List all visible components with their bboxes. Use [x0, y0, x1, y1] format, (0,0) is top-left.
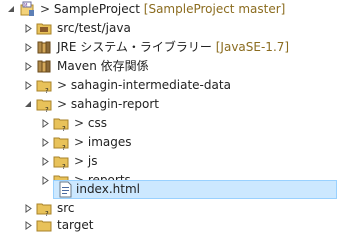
folder-name: sahagin-intermediate-data [70, 78, 231, 92]
folder-dirty-icon: ? [36, 96, 53, 113]
svg-text:?: ? [62, 125, 66, 132]
folder-dirty-icon: ? [36, 200, 53, 217]
tree-row-target[interactable]: target [0, 216, 337, 235]
expand-arrow-icon[interactable] [24, 81, 33, 90]
tree-row-sahagin-report[interactable]: ? > sahagin-report [0, 95, 337, 114]
tree-item-label: index.html [76, 182, 140, 196]
expand-arrow-icon[interactable] [41, 119, 50, 128]
folder-dirty-icon: ? [53, 153, 70, 170]
project-name: SampleProject [53, 2, 140, 16]
tree-row-images[interactable]: ? > images [0, 133, 337, 152]
git-dirty-marker: > [57, 97, 68, 111]
tree-item-label: > sahagin-intermediate-data [57, 77, 231, 94]
expand-arrow-icon[interactable] [24, 43, 33, 52]
folder-name: css [87, 116, 107, 130]
tree-item-label: target [57, 218, 94, 232]
tree-row-maven-dependencies[interactable]: Maven 依存関係 [0, 57, 337, 76]
library-icon [36, 58, 53, 75]
tree-row-css[interactable]: ? > css [0, 114, 337, 133]
git-dirty-marker: > [74, 154, 85, 168]
maven-project-icon: M [19, 1, 36, 18]
svg-text:?: ? [45, 106, 49, 113]
svg-text:?: ? [62, 163, 66, 170]
folder-icon [36, 217, 53, 234]
library-name: JRE システム・ライブラリー [57, 40, 212, 54]
collapse-arrow-icon[interactable] [7, 5, 16, 14]
tree-item-label: > css [74, 115, 107, 132]
expand-arrow-icon[interactable] [24, 221, 33, 230]
folder-name: images [87, 135, 132, 149]
folder-name: js [87, 154, 98, 168]
expand-arrow-icon[interactable] [24, 204, 33, 213]
expand-arrow-icon[interactable] [24, 24, 33, 33]
tree-item-label: > js [74, 153, 97, 170]
folder-dirty-icon: ? [53, 115, 70, 132]
git-dirty-marker: > [74, 135, 85, 149]
folder-dirty-icon: ? [36, 77, 53, 94]
svg-text:?: ? [62, 144, 66, 151]
collapse-arrow-icon[interactable] [24, 100, 33, 109]
tree-row-src-test-java[interactable]: src/test/java [0, 19, 337, 38]
git-branch-decoration: [SampleProject master] [143, 2, 286, 16]
tree-row-jre-library[interactable]: JRE システム・ライブラリー [JavaSE-1.7] [0, 38, 337, 57]
expand-arrow-icon[interactable] [41, 138, 50, 147]
jre-version-decoration: [JavaSE-1.7] [215, 40, 290, 54]
folder-dirty-icon: ? [53, 134, 70, 151]
tree-row-sahagin-intermediate-data[interactable]: ? > sahagin-intermediate-data [0, 76, 337, 95]
tree-item-label: > SampleProject [SampleProject master] [40, 1, 285, 18]
tree-item-label: > images [74, 134, 132, 151]
library-icon [36, 39, 53, 56]
tree-item-label: src/test/java [57, 21, 131, 35]
git-dirty-marker: > [74, 116, 85, 130]
tree-item-label: src [57, 201, 75, 215]
tree-row-index-html[interactable]: index.html [0, 180, 337, 199]
tree-item-label: JRE システム・ライブラリー [JavaSE-1.7] [57, 39, 289, 56]
expand-arrow-icon[interactable] [24, 62, 33, 71]
html-file-icon [57, 181, 74, 198]
svg-text:M: M [24, 3, 28, 8]
tree-item-label: Maven 依存関係 [57, 59, 149, 73]
tree-row-js[interactable]: ? > js [0, 152, 337, 171]
folder-name: sahagin-report [70, 97, 159, 111]
tree-item-label: > sahagin-report [57, 96, 159, 113]
expand-arrow-icon[interactable] [41, 157, 50, 166]
tree-row-project[interactable]: M > SampleProject [SampleProject master] [0, 0, 337, 19]
git-dirty-marker: > [40, 2, 51, 16]
svg-text:?: ? [45, 87, 49, 94]
git-dirty-marker: > [57, 78, 68, 92]
source-folder-icon [36, 20, 53, 37]
